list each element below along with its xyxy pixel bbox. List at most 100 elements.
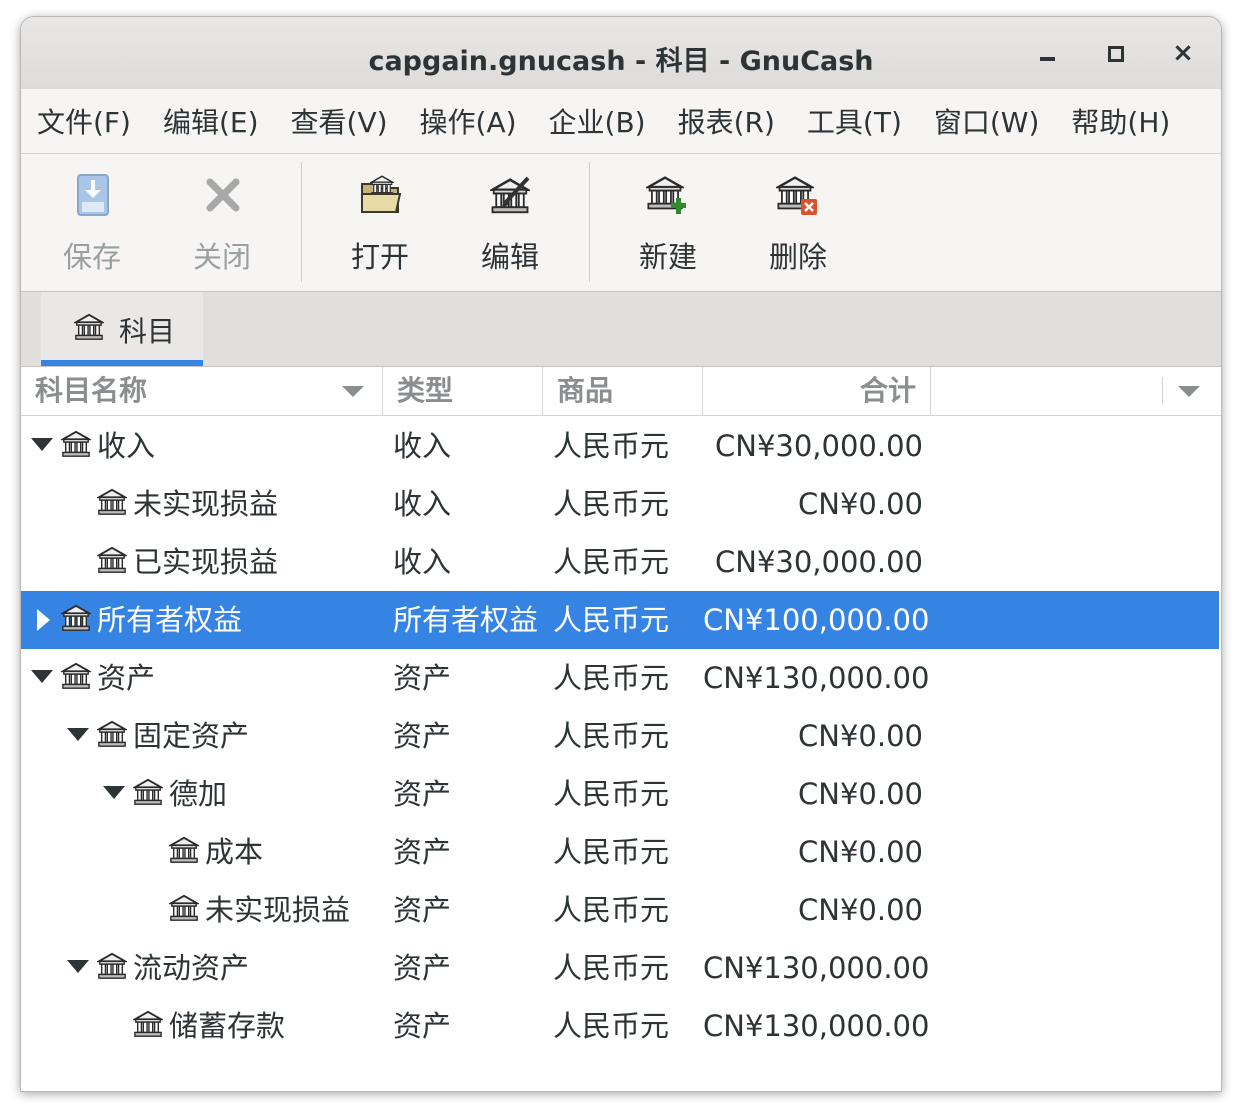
column-header-total[interactable]: 合计 <box>703 367 931 415</box>
account-total: CN¥0.00 <box>798 893 923 927</box>
account-icon <box>133 1009 163 1039</box>
expander-expanded-icon[interactable] <box>31 670 53 683</box>
account-name: 资产 <box>97 661 156 695</box>
account-row[interactable]: 未实现损益 资产 人民币元 CN¥0.00 <box>21 881 1219 939</box>
account-icon <box>169 893 199 923</box>
account-row[interactable]: 固定资产 资产 人民币元 CN¥0.00 <box>21 707 1219 765</box>
open-account-button[interactable]: 打开 <box>315 154 445 291</box>
menu-file[interactable]: 文件(F) <box>21 101 147 141</box>
account-commodity: 人民币元 <box>553 603 670 637</box>
edit-account-button[interactable]: 编辑 <box>445 154 575 291</box>
account-name: 成本 <box>205 835 264 869</box>
account-total: CN¥0.00 <box>798 487 923 521</box>
account-total: CN¥0.00 <box>798 719 923 753</box>
new-account-button[interactable]: 新建 <box>603 154 733 291</box>
account-name: 储蓄存款 <box>169 1009 286 1043</box>
account-name: 未实现损益 <box>133 487 279 521</box>
close-tab-button[interactable]: 关闭 <box>157 154 287 291</box>
save-label: 保存 <box>62 240 121 274</box>
new-account-icon <box>647 176 686 214</box>
account-type: 资产 <box>393 661 452 695</box>
open-folder-icon <box>361 175 402 213</box>
account-total: CN¥0.00 <box>798 777 923 811</box>
account-type: 收入 <box>393 487 452 521</box>
close-window-button[interactable]: × <box>1167 37 1199 69</box>
maximize-button[interactable] <box>1099 37 1131 69</box>
menu-tools[interactable]: 工具(T) <box>791 101 918 141</box>
account-commodity: 人民币元 <box>553 429 670 463</box>
account-row[interactable]: 资产 资产 人民币元 CN¥130,000.00 <box>21 649 1219 707</box>
account-icon <box>133 777 163 807</box>
account-icon <box>97 487 127 517</box>
account-row[interactable]: 已实现损益 收入 人民币元 CN¥30,000.00 <box>21 533 1219 591</box>
account-name: 收入 <box>97 429 156 463</box>
account-icon <box>73 312 105 342</box>
account-icon <box>61 429 91 459</box>
delete-account-button[interactable]: 删除 <box>733 154 863 291</box>
delete-account-icon <box>777 176 817 215</box>
account-type: 资产 <box>393 893 452 927</box>
account-row[interactable]: 储蓄存款 资产 人民币元 CN¥130,000.00 <box>21 997 1219 1055</box>
column-header-commodity[interactable]: 商品 <box>543 367 703 415</box>
account-row[interactable]: 德加 资产 人民币元 CN¥0.00 <box>21 765 1219 823</box>
save-button[interactable]: 保存 <box>27 154 157 291</box>
menu-view[interactable]: 查看(V) <box>275 101 404 141</box>
notebook-tabs: 科目 <box>21 292 1221 367</box>
account-row[interactable]: 未实现损益 收入 人民币元 CN¥0.00 <box>21 475 1219 533</box>
account-row[interactable]: 流动资产 资产 人民币元 CN¥130,000.00 <box>21 939 1219 997</box>
column-header-commodity-label: 商品 <box>557 374 614 407</box>
title-bar[interactable]: capgain.gnucash - 科目 - GnuCash × <box>21 17 1221 90</box>
account-name: 流动资产 <box>133 951 250 985</box>
column-header-total-label: 合计 <box>859 374 916 407</box>
column-header-type[interactable]: 类型 <box>383 367 543 415</box>
account-icon <box>61 661 91 691</box>
account-commodity: 人民币元 <box>553 835 670 869</box>
expander-expanded-icon[interactable] <box>67 728 89 741</box>
account-total: CN¥130,000.00 <box>703 661 930 695</box>
header-divider <box>1162 377 1163 405</box>
expander-collapsed-icon[interactable] <box>37 609 50 631</box>
account-row[interactable]: 成本 资产 人民币元 CN¥0.00 <box>21 823 1219 881</box>
close-label: 关闭 <box>192 240 251 274</box>
menu-edit[interactable]: 编辑(E) <box>147 101 275 141</box>
expander-expanded-icon[interactable] <box>31 438 53 451</box>
account-icon <box>97 951 127 981</box>
account-commodity: 人民币元 <box>553 1009 670 1043</box>
account-commodity: 人民币元 <box>553 893 670 927</box>
account-row[interactable]: 收入 收入 人民币元 CN¥30,000.00 <box>21 417 1219 475</box>
column-header-name[interactable]: 科目名称 <box>21 367 383 415</box>
account-icon <box>97 545 127 575</box>
menu-actions[interactable]: 操作(A) <box>404 101 533 141</box>
toolbar: 保存 关闭 打开 编辑 新建 删除 <box>21 154 1221 292</box>
account-row[interactable]: 所有者权益 所有者权益 人民币元 CN¥100,000.00 <box>21 591 1219 649</box>
tab-accounts[interactable]: 科目 <box>41 292 203 366</box>
toolbar-separator <box>589 162 590 282</box>
account-commodity: 人民币元 <box>553 545 670 579</box>
sort-arrow-icon <box>342 386 364 397</box>
tree-header: 科目名称 类型 商品 合计 <box>21 367 1221 416</box>
app-window: capgain.gnucash - 科目 - GnuCash × 文件(F) 编… <box>20 16 1222 1092</box>
minimize-button[interactable] <box>1031 37 1063 69</box>
edit-account-icon <box>491 176 530 214</box>
expander-expanded-icon[interactable] <box>103 786 125 799</box>
account-type: 收入 <box>393 429 452 463</box>
expander-expanded-icon[interactable] <box>67 960 89 973</box>
column-selector-arrow-icon[interactable] <box>1178 386 1200 397</box>
column-header-name-label: 科目名称 <box>35 374 148 407</box>
edit-label: 编辑 <box>480 240 539 274</box>
account-total: CN¥0.00 <box>798 835 923 869</box>
menu-bar: 文件(F) 编辑(E) 查看(V) 操作(A) 企业(B) 报表(R) 工具(T… <box>21 89 1221 154</box>
close-icon <box>206 178 240 212</box>
account-type: 资产 <box>393 835 452 869</box>
account-icon <box>97 719 127 749</box>
menu-help[interactable]: 帮助(H) <box>1055 101 1186 141</box>
account-total: CN¥130,000.00 <box>703 1009 930 1043</box>
tab-accounts-label: 科目 <box>119 315 176 348</box>
menu-windows[interactable]: 窗口(W) <box>918 101 1056 141</box>
account-name: 未实现损益 <box>205 893 351 927</box>
menu-reports[interactable]: 报表(R) <box>662 101 791 141</box>
account-type: 资产 <box>393 951 452 985</box>
account-type: 资产 <box>393 719 452 753</box>
menu-business[interactable]: 企业(B) <box>533 101 662 141</box>
account-type: 收入 <box>393 545 452 579</box>
